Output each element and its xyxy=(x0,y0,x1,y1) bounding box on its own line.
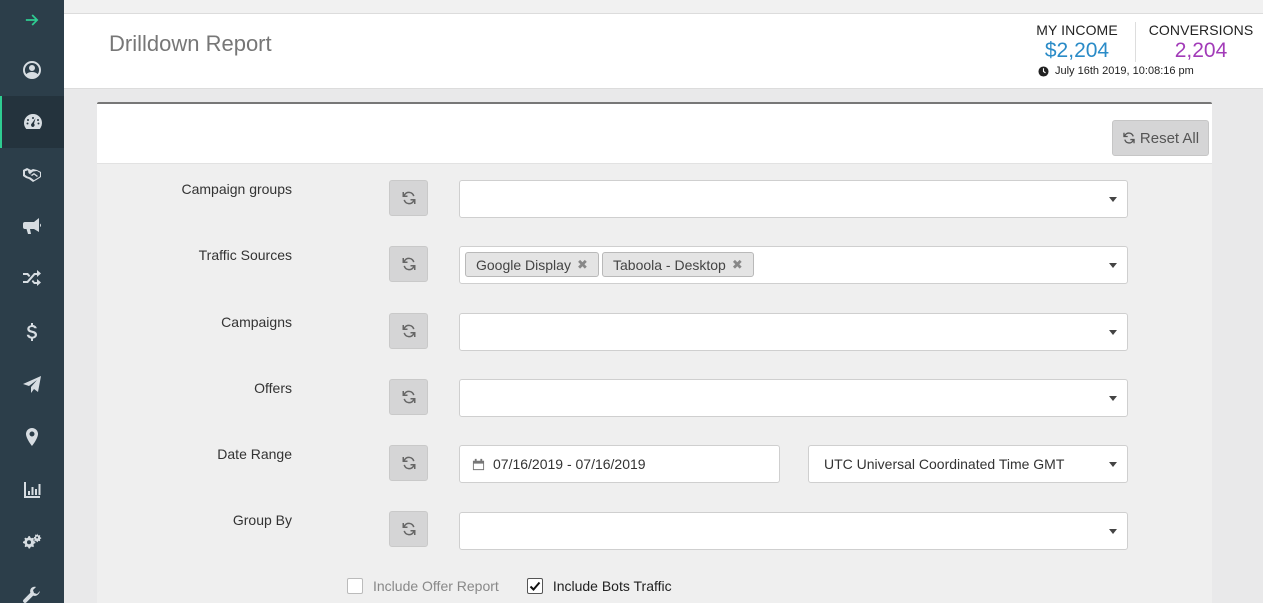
bar-chart-icon xyxy=(24,482,41,498)
sidebar-expand-button[interactable] xyxy=(0,0,64,40)
checkmark-icon xyxy=(529,581,541,591)
top-strip xyxy=(64,0,1263,14)
shuffle-icon xyxy=(23,270,41,286)
income-label: MY INCOME xyxy=(1036,22,1118,38)
group-by-label: Group By xyxy=(232,512,292,528)
megaphone-icon xyxy=(23,218,42,234)
traffic-sources-label: Traffic Sources xyxy=(198,247,292,263)
sidebar-item-settings[interactable] xyxy=(0,517,64,569)
date-range-input[interactable]: 07/16/2019 - 07/16/2019 xyxy=(459,445,780,483)
refresh-icon xyxy=(402,324,415,338)
calendar-icon xyxy=(472,458,485,470)
date-range-value: 07/16/2019 - 07/16/2019 xyxy=(493,456,646,472)
chevron-down-icon xyxy=(1109,263,1117,268)
last-updated: July 16th 2019, 10:08:16 pm xyxy=(1038,65,1194,77)
report-options: Include Offer Report Include Bots Traffi… xyxy=(347,578,672,594)
group-by-refresh-button[interactable] xyxy=(389,511,428,547)
include-bots-traffic-checkbox[interactable] xyxy=(526,578,543,594)
include-offer-report-label: Include Offer Report xyxy=(373,578,499,594)
timezone-select[interactable]: UTC Universal Coordinated Time GMT xyxy=(808,445,1128,483)
reset-all-button[interactable]: Reset All xyxy=(1112,120,1209,156)
dashboard-icon xyxy=(24,114,42,129)
wrench-icon xyxy=(23,586,40,603)
traffic-sources-select[interactable]: Google Display ✖ Taboola - Desktop ✖ xyxy=(459,246,1128,284)
sidebar-item-rotations[interactable] xyxy=(0,252,64,304)
cogs-icon xyxy=(23,533,42,549)
handshake-icon xyxy=(23,168,41,182)
campaigns-label: Campaigns xyxy=(221,314,292,330)
include-bots-traffic-label: Include Bots Traffic xyxy=(552,578,672,594)
sidebar-item-publishers[interactable] xyxy=(0,359,64,411)
campaign-groups-refresh-button[interactable] xyxy=(389,180,428,216)
sidebar-item-partners[interactable] xyxy=(0,148,64,200)
timezone-value: UTC Universal Coordinated Time GMT xyxy=(824,456,1065,472)
offers-refresh-button[interactable] xyxy=(389,379,428,415)
refresh-icon xyxy=(1123,132,1135,144)
chevron-down-icon xyxy=(1109,529,1117,534)
traffic-sources-refresh-button[interactable] xyxy=(389,246,428,282)
map-marker-icon xyxy=(26,428,38,446)
remove-tag-icon[interactable]: ✖ xyxy=(732,257,743,273)
page-header: Drilldown Report MY INCOME $2,204 CONVER… xyxy=(64,14,1263,89)
arrow-right-icon xyxy=(25,14,39,26)
user-icon xyxy=(23,61,41,79)
offers-select[interactable] xyxy=(459,379,1128,417)
group-by-select[interactable] xyxy=(459,512,1128,550)
campaign-groups-select[interactable] xyxy=(459,180,1128,218)
chevron-down-icon xyxy=(1109,197,1117,202)
chevron-down-icon xyxy=(1109,462,1117,467)
page-title: Drilldown Report xyxy=(109,31,272,56)
sidebar-item-campaigns[interactable] xyxy=(0,200,64,252)
remove-tag-icon[interactable]: ✖ xyxy=(577,257,588,273)
sidebar-item-finance[interactable] xyxy=(0,306,64,358)
income-stat: MY INCOME $2,204 xyxy=(1034,22,1120,63)
sidebar-item-geo[interactable] xyxy=(0,411,64,463)
refresh-icon xyxy=(402,522,415,536)
refresh-icon xyxy=(402,257,415,271)
tag-label: Taboola - Desktop xyxy=(613,256,726,273)
campaigns-select[interactable] xyxy=(459,313,1128,351)
offers-label: Offers xyxy=(254,380,292,396)
campaign-groups-label: Campaign groups xyxy=(181,181,292,197)
sidebar-item-tools[interactable] xyxy=(0,570,64,603)
conversions-value: 2,204 xyxy=(1174,39,1228,62)
refresh-icon xyxy=(402,390,415,404)
paper-plane-icon xyxy=(23,376,41,393)
clock-icon xyxy=(1038,65,1049,77)
stat-divider xyxy=(1135,22,1136,62)
date-range-refresh-button[interactable] xyxy=(389,445,428,481)
timestamp-text: July 16th 2019, 10:08:16 pm xyxy=(1055,65,1194,77)
sidebar-item-dashboard[interactable] xyxy=(0,96,64,148)
conversions-label: CONVERSIONS xyxy=(1148,22,1254,38)
sidebar-item-reports[interactable] xyxy=(0,464,64,516)
campaigns-refresh-button[interactable] xyxy=(389,313,428,349)
refresh-icon xyxy=(402,456,415,470)
include-offer-report-checkbox[interactable] xyxy=(347,578,363,594)
filter-panel: Reset All Campaign groups Traffic Source… xyxy=(97,102,1212,603)
reset-all-label: Reset All xyxy=(1139,129,1200,147)
tag-label: Google Display xyxy=(476,256,571,273)
traffic-source-tag: Taboola - Desktop ✖ xyxy=(602,252,754,277)
income-value: $2,204 xyxy=(1044,39,1110,62)
refresh-icon xyxy=(402,191,415,205)
dollar-icon xyxy=(26,323,37,341)
sidebar xyxy=(0,0,64,603)
date-range-label: Date Range xyxy=(217,446,292,462)
sidebar-item-profile[interactable] xyxy=(0,44,64,96)
conversions-stat: CONVERSIONS 2,204 xyxy=(1146,22,1256,63)
traffic-source-tag: Google Display ✖ xyxy=(465,252,599,277)
panel-toolbar: Reset All xyxy=(97,104,1212,164)
chevron-down-icon xyxy=(1109,330,1117,335)
chevron-down-icon xyxy=(1109,396,1117,401)
